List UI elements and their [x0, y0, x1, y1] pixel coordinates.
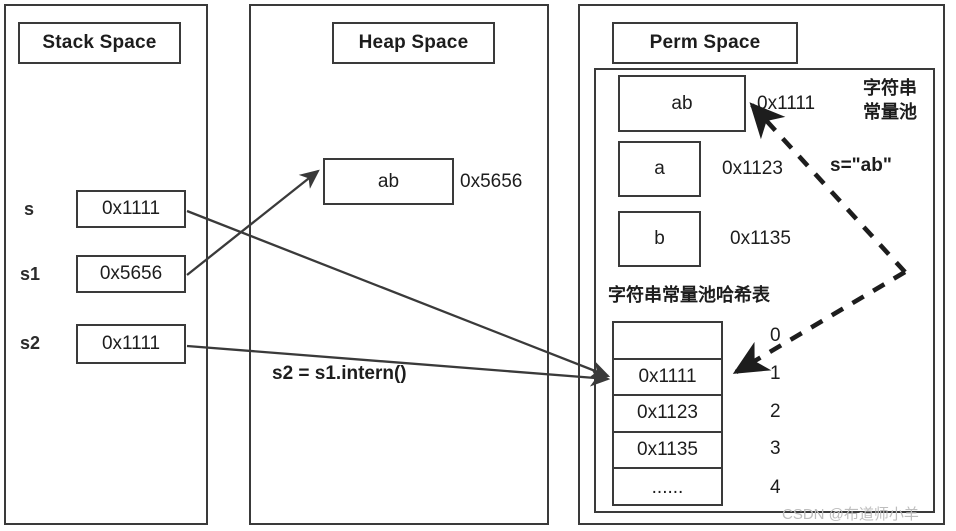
stack-var-s-text: s [24, 198, 35, 219]
pool-entry-a-address-text: 0x1123 [722, 158, 783, 179]
hash-index-3-text: 3 [770, 438, 781, 459]
hash-table-title-text: 字符串常量池哈希表 [608, 285, 770, 305]
stack-space-title: Stack Space [42, 32, 157, 53]
pool-entry-b[interactable]: b [618, 211, 701, 267]
stack-slot-s2-value: 0x1111 [101, 333, 161, 354]
diagram-canvas: Stack Space s s1 s2 0x1111 0x5656 0x1111… [0, 0, 956, 531]
hash-row-value: 0x1135 [637, 439, 698, 461]
hash-table-row[interactable]: ...... [614, 469, 721, 506]
stack-var-label-s1: s1 [20, 255, 68, 293]
heap-space-panel [249, 4, 549, 525]
perm-space-title-box: Perm Space [612, 22, 798, 64]
assignment-annotation: s="ab" [830, 155, 892, 177]
hash-index-4-text: 4 [770, 477, 781, 498]
hash-row-value: 0x1123 [637, 402, 698, 424]
pool-entry-a-content: a [654, 158, 665, 179]
string-constant-pool-label-line1: 字符串 [863, 78, 917, 98]
heap-space-title-box: Heap Space [332, 22, 495, 64]
perm-space-title: Perm Space [649, 32, 761, 53]
stack-slot-s1[interactable]: 0x5656 [76, 255, 186, 293]
pool-entry-ab[interactable]: ab [618, 75, 746, 132]
hash-index-0-text: 0 [770, 325, 781, 346]
heap-object-ab[interactable]: ab [323, 158, 454, 205]
stack-var-s1-text: s1 [20, 263, 41, 284]
pool-entry-ab-content: ab [671, 92, 693, 114]
heap-object-ab-address: 0x5656 [460, 158, 522, 205]
pool-entry-a[interactable]: a [618, 141, 701, 197]
string-constant-pool-label-line2: 常量池 [863, 102, 917, 123]
hash-table: 0x1111 0x1123 0x1135 ...... [612, 321, 723, 506]
hash-row-value: ...... [651, 476, 684, 498]
hash-index-2: 2 [770, 401, 781, 423]
heap-object-ab-content: ab [377, 170, 400, 192]
heap-object-ab-address-text: 0x5656 [460, 170, 523, 192]
pool-entry-b-address-text: 0x1135 [730, 228, 791, 249]
stack-slot-s1-value: 0x5656 [99, 263, 163, 284]
pool-entry-ab-address: 0x1111 [757, 75, 815, 132]
stack-slot-s2[interactable]: 0x1111 [76, 324, 186, 364]
string-constant-pool-label: 字符串 常量池 [863, 76, 917, 125]
hash-index-2-text: 2 [770, 401, 781, 422]
stack-var-s2-text: s2 [20, 332, 41, 353]
hash-table-row[interactable]: 0x1135 [614, 433, 721, 470]
hash-index-3: 3 [770, 438, 781, 460]
stack-space-title-box: Stack Space [18, 22, 181, 64]
csdn-watermark: CSDN @布道师小羊 [782, 503, 919, 524]
stack-var-label-s2: s2 [20, 324, 68, 362]
intern-call-annotation: s2 = s1.intern() [272, 363, 407, 385]
stack-slot-s[interactable]: 0x1111 [76, 190, 186, 228]
pool-entry-b-address: 0x1135 [730, 211, 791, 267]
pool-entry-a-address: 0x1123 [722, 141, 783, 197]
csdn-watermark-text: CSDN @布道师小羊 [782, 506, 919, 523]
hash-table-row[interactable]: 0x1111 [614, 360, 721, 397]
hash-table-row[interactable] [614, 323, 721, 360]
stack-var-label-s: s [24, 190, 68, 228]
hash-row-value: 0x1111 [638, 365, 697, 387]
hash-index-0: 0 [770, 325, 781, 347]
hash-table-title: 字符串常量池哈希表 [608, 283, 770, 307]
assignment-text: s="ab" [830, 155, 892, 176]
hash-index-4: 4 [770, 477, 781, 499]
hash-index-1-text: 1 [770, 363, 781, 384]
hash-index-1: 1 [770, 363, 781, 385]
heap-space-title: Heap Space [358, 32, 469, 53]
hash-table-row[interactable]: 0x1123 [614, 396, 721, 433]
pool-entry-b-content: b [654, 228, 665, 249]
intern-call-text: s2 = s1.intern() [272, 363, 407, 384]
stack-slot-s-value: 0x1111 [101, 198, 161, 219]
pool-entry-ab-address-text: 0x1111 [757, 92, 816, 114]
